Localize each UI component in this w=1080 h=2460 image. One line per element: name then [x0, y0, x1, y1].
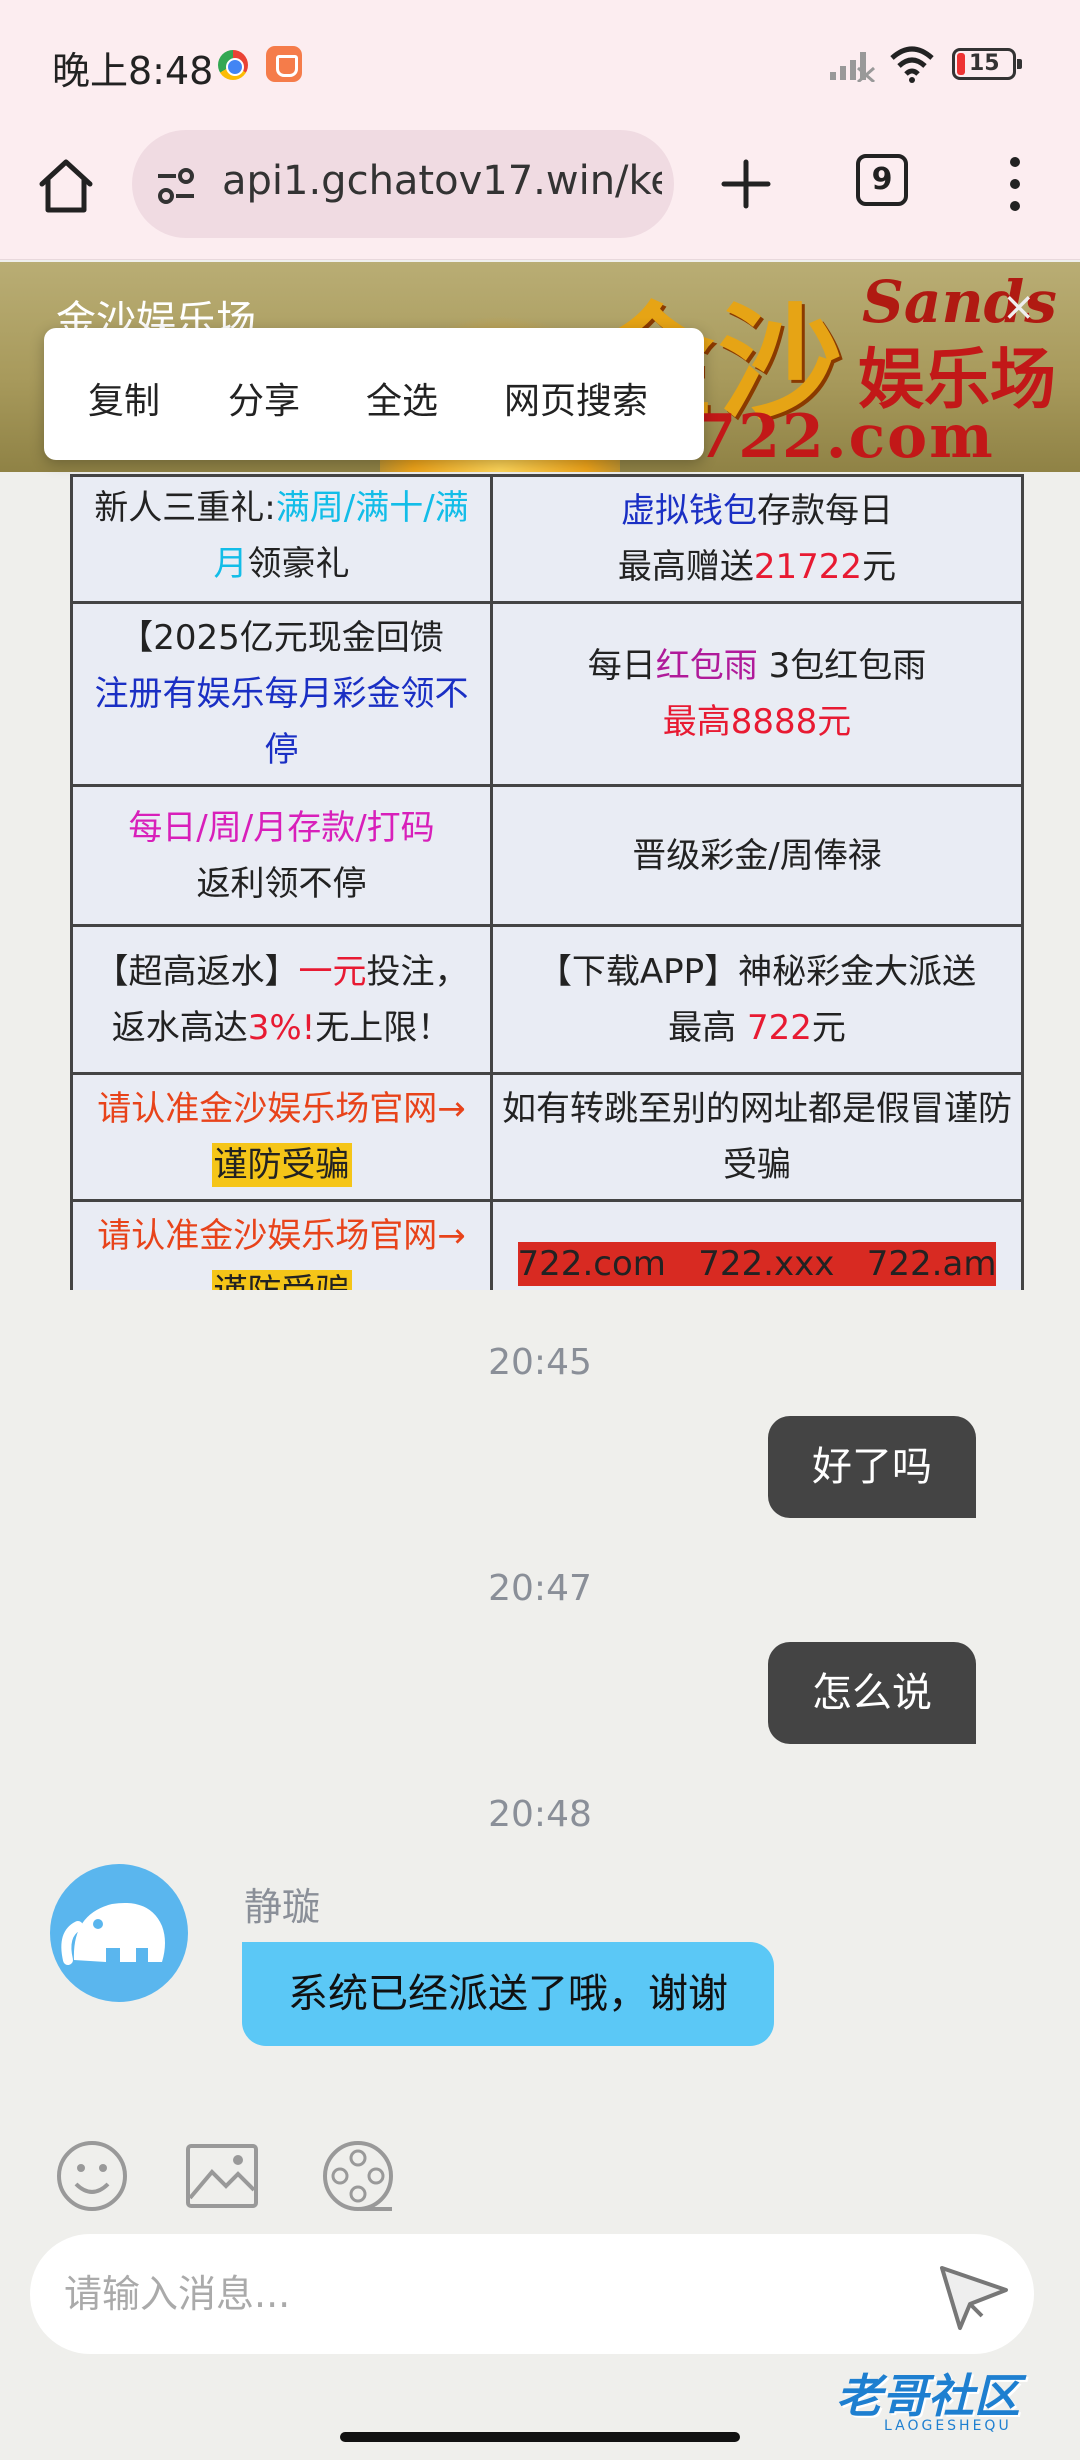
promo-text: 满周/满十/满: [275, 488, 469, 528]
image-icon[interactable]: [184, 2138, 260, 2214]
table-cell: 请认准金沙娱乐场官网→ 谨防受骗: [70, 1072, 493, 1202]
agent-message-bubble[interactable]: 系统已经派送了哦，谢谢: [242, 1942, 774, 2046]
table-cell: 【下载APP】神秘彩金大派送 最高 722元: [490, 924, 1024, 1075]
menu-item-copy[interactable]: 复制: [88, 372, 160, 424]
table-row: 【2025亿元现金回馈 注册有娱乐每月彩金领不停 每日红包雨 3包红包雨 最高8…: [70, 601, 1024, 787]
table-row: 新人三重礼:满周/满十/满 月领豪礼 虚拟钱包存款每日 最高赠送21722元: [70, 474, 1024, 604]
emoji-icon[interactable]: [54, 2138, 130, 2214]
agent-name: 静璇: [244, 1885, 321, 1929]
promo-text: 最高赠送: [617, 547, 754, 587]
table-cell: 每日红包雨 3包红包雨 最高8888元: [490, 601, 1024, 787]
video-reel-icon[interactable]: [320, 2138, 396, 2214]
promo-table: 新人三重礼:满周/满十/满 月领豪礼 虚拟钱包存款每日 最高赠送21722元 【…: [70, 474, 1024, 1290]
table-row: 请认准金沙娱乐场官网→ 谨防受骗 如有转跳至别的网址都是假冒谨防受骗: [70, 1072, 1024, 1202]
promo-text: 3%!: [247, 1007, 316, 1048]
table-cell: 【超高返水】一元投注， 返水高达3%!无上限！: [70, 924, 493, 1075]
banner-close-icon[interactable]: ×: [1002, 284, 1036, 330]
more-menu-button[interactable]: [1000, 152, 1030, 216]
table-cell: 虚拟钱包存款每日 最高赠送21722元: [490, 474, 1024, 604]
url-text: api1.gchatov17.win/ke: [222, 158, 662, 204]
promo-text: 请认准金沙娱乐场官网→: [97, 1216, 466, 1256]
table-cell: 新人三重礼:满周/满十/满 月领豪礼: [70, 474, 493, 604]
watermark-subtitle: LAOGESHEQU: [884, 2418, 1012, 2434]
chat-timestamp: 20:48: [488, 1794, 592, 1835]
promo-text: 每日: [587, 646, 656, 686]
battery-level: 15: [969, 51, 1000, 76]
promo-text: 领豪礼: [247, 544, 350, 584]
status-bar: 晚上8:48 15: [0, 0, 1080, 130]
signal-icon: [830, 52, 875, 82]
promo-text: 元: [862, 547, 897, 587]
promo-text: 谨防受骗: [211, 1143, 352, 1187]
official-domains: 722.com 722.xxx 722.am: [517, 1242, 997, 1286]
wifi-icon: [890, 46, 934, 83]
promo-text: 元: [811, 1007, 846, 1048]
promo-text: 虚拟钱包: [621, 491, 757, 531]
promo-text: 【超高返水】: [94, 951, 299, 992]
promo-text: 请认准金沙娱乐场官网→: [97, 1089, 466, 1129]
home-indicator[interactable]: [340, 2432, 740, 2442]
chrome-icon: [218, 50, 248, 80]
promo-text: 存款每日: [757, 491, 893, 531]
tab-switcher-button[interactable]: 9: [856, 154, 908, 206]
agent-avatar[interactable]: [50, 1864, 188, 2002]
promo-text: 722: [746, 1007, 812, 1048]
home-button[interactable]: [34, 154, 98, 218]
address-bar[interactable]: api1.gchatov17.win/ke: [132, 130, 674, 238]
promo-text: 晋级彩金/周俸禄: [632, 835, 882, 876]
promo-text: 红包雨: [655, 646, 758, 686]
promo-text: 【下载APP】神秘彩金大派送: [537, 951, 977, 992]
promo-text: 【2025亿元现金回馈: [119, 618, 444, 658]
promo-text: 最高: [668, 1007, 747, 1048]
user-message-bubble[interactable]: 好了吗: [768, 1416, 976, 1518]
chat-timestamp: 20:47: [488, 1568, 592, 1609]
promo-text: 3包红包雨: [757, 646, 927, 686]
browser-toolbar: api1.gchatov17.win/ke 9: [0, 130, 1080, 260]
promo-text: 投注，: [366, 951, 469, 992]
elephant-icon: [61, 1902, 165, 1965]
promo-text: 一元: [298, 951, 367, 992]
menu-item-select-all[interactable]: 全选: [366, 372, 438, 424]
menu-item-web-search[interactable]: 网页搜索: [504, 372, 648, 424]
promo-text: 无上限！: [315, 1007, 452, 1048]
site-settings-icon[interactable]: [154, 166, 198, 206]
promo-text: 新人三重礼:: [94, 488, 276, 528]
table-row: 【超高返水】一元投注， 返水高达3%!无上限！ 【下载APP】神秘彩金大派送 最…: [70, 924, 1024, 1075]
user-message-bubble[interactable]: 怎么说: [768, 1642, 976, 1744]
table-cell: 【2025亿元现金回馈 注册有娱乐每月彩金领不停: [70, 601, 493, 787]
notification-app-icon: [266, 46, 302, 82]
message-input-container: [30, 2234, 1034, 2354]
table-cell: 如有转跳至别的网址都是假冒谨防受骗: [490, 1072, 1024, 1202]
table-cell: 请认准金沙娱乐场官网→ 谨防受骗: [70, 1199, 493, 1290]
table-cell: 722.com 722.xxx 722.am: [490, 1199, 1024, 1290]
table-cell: 每日/周/月存款/打码 返利领不停: [70, 784, 493, 927]
promo-text: 月: [213, 544, 248, 584]
battery-icon: 15: [952, 48, 1022, 80]
table-row: 请认准金沙娱乐场官网→ 谨防受骗 722.com 722.xxx 722.am: [70, 1199, 1024, 1290]
table-cell: 晋级彩金/周俸禄: [490, 784, 1024, 927]
status-time: 晚上8:48: [52, 49, 214, 93]
promo-text: 返利领不停: [196, 863, 367, 904]
promo-text: 谨防受骗: [211, 1270, 352, 1290]
promo-text: 21722: [753, 547, 863, 587]
menu-item-share[interactable]: 分享: [228, 372, 300, 424]
chat-timestamp: 20:45: [488, 1342, 592, 1383]
promo-text: 返水高达: [111, 1007, 248, 1048]
promo-text: 每日/周/月存款/打码: [128, 807, 435, 848]
send-icon[interactable]: [936, 2256, 1012, 2332]
promo-text: 注册有娱乐每月彩金领不停: [94, 674, 469, 770]
promo-table-container: 新人三重礼:满周/满十/满 月领豪礼 虚拟钱包存款每日 最高赠送21722元 【…: [70, 474, 1024, 1290]
watermark-logo: 老哥社区: [836, 2369, 1020, 2423]
table-row: 每日/周/月存款/打码 返利领不停 晋级彩金/周俸禄: [70, 784, 1024, 927]
text-selection-menu: 复制 分享 全选 网页搜索: [44, 328, 704, 460]
message-input[interactable]: [64, 2254, 904, 2334]
new-tab-button[interactable]: [716, 154, 776, 214]
promo-text: 最高8888元: [662, 702, 852, 742]
